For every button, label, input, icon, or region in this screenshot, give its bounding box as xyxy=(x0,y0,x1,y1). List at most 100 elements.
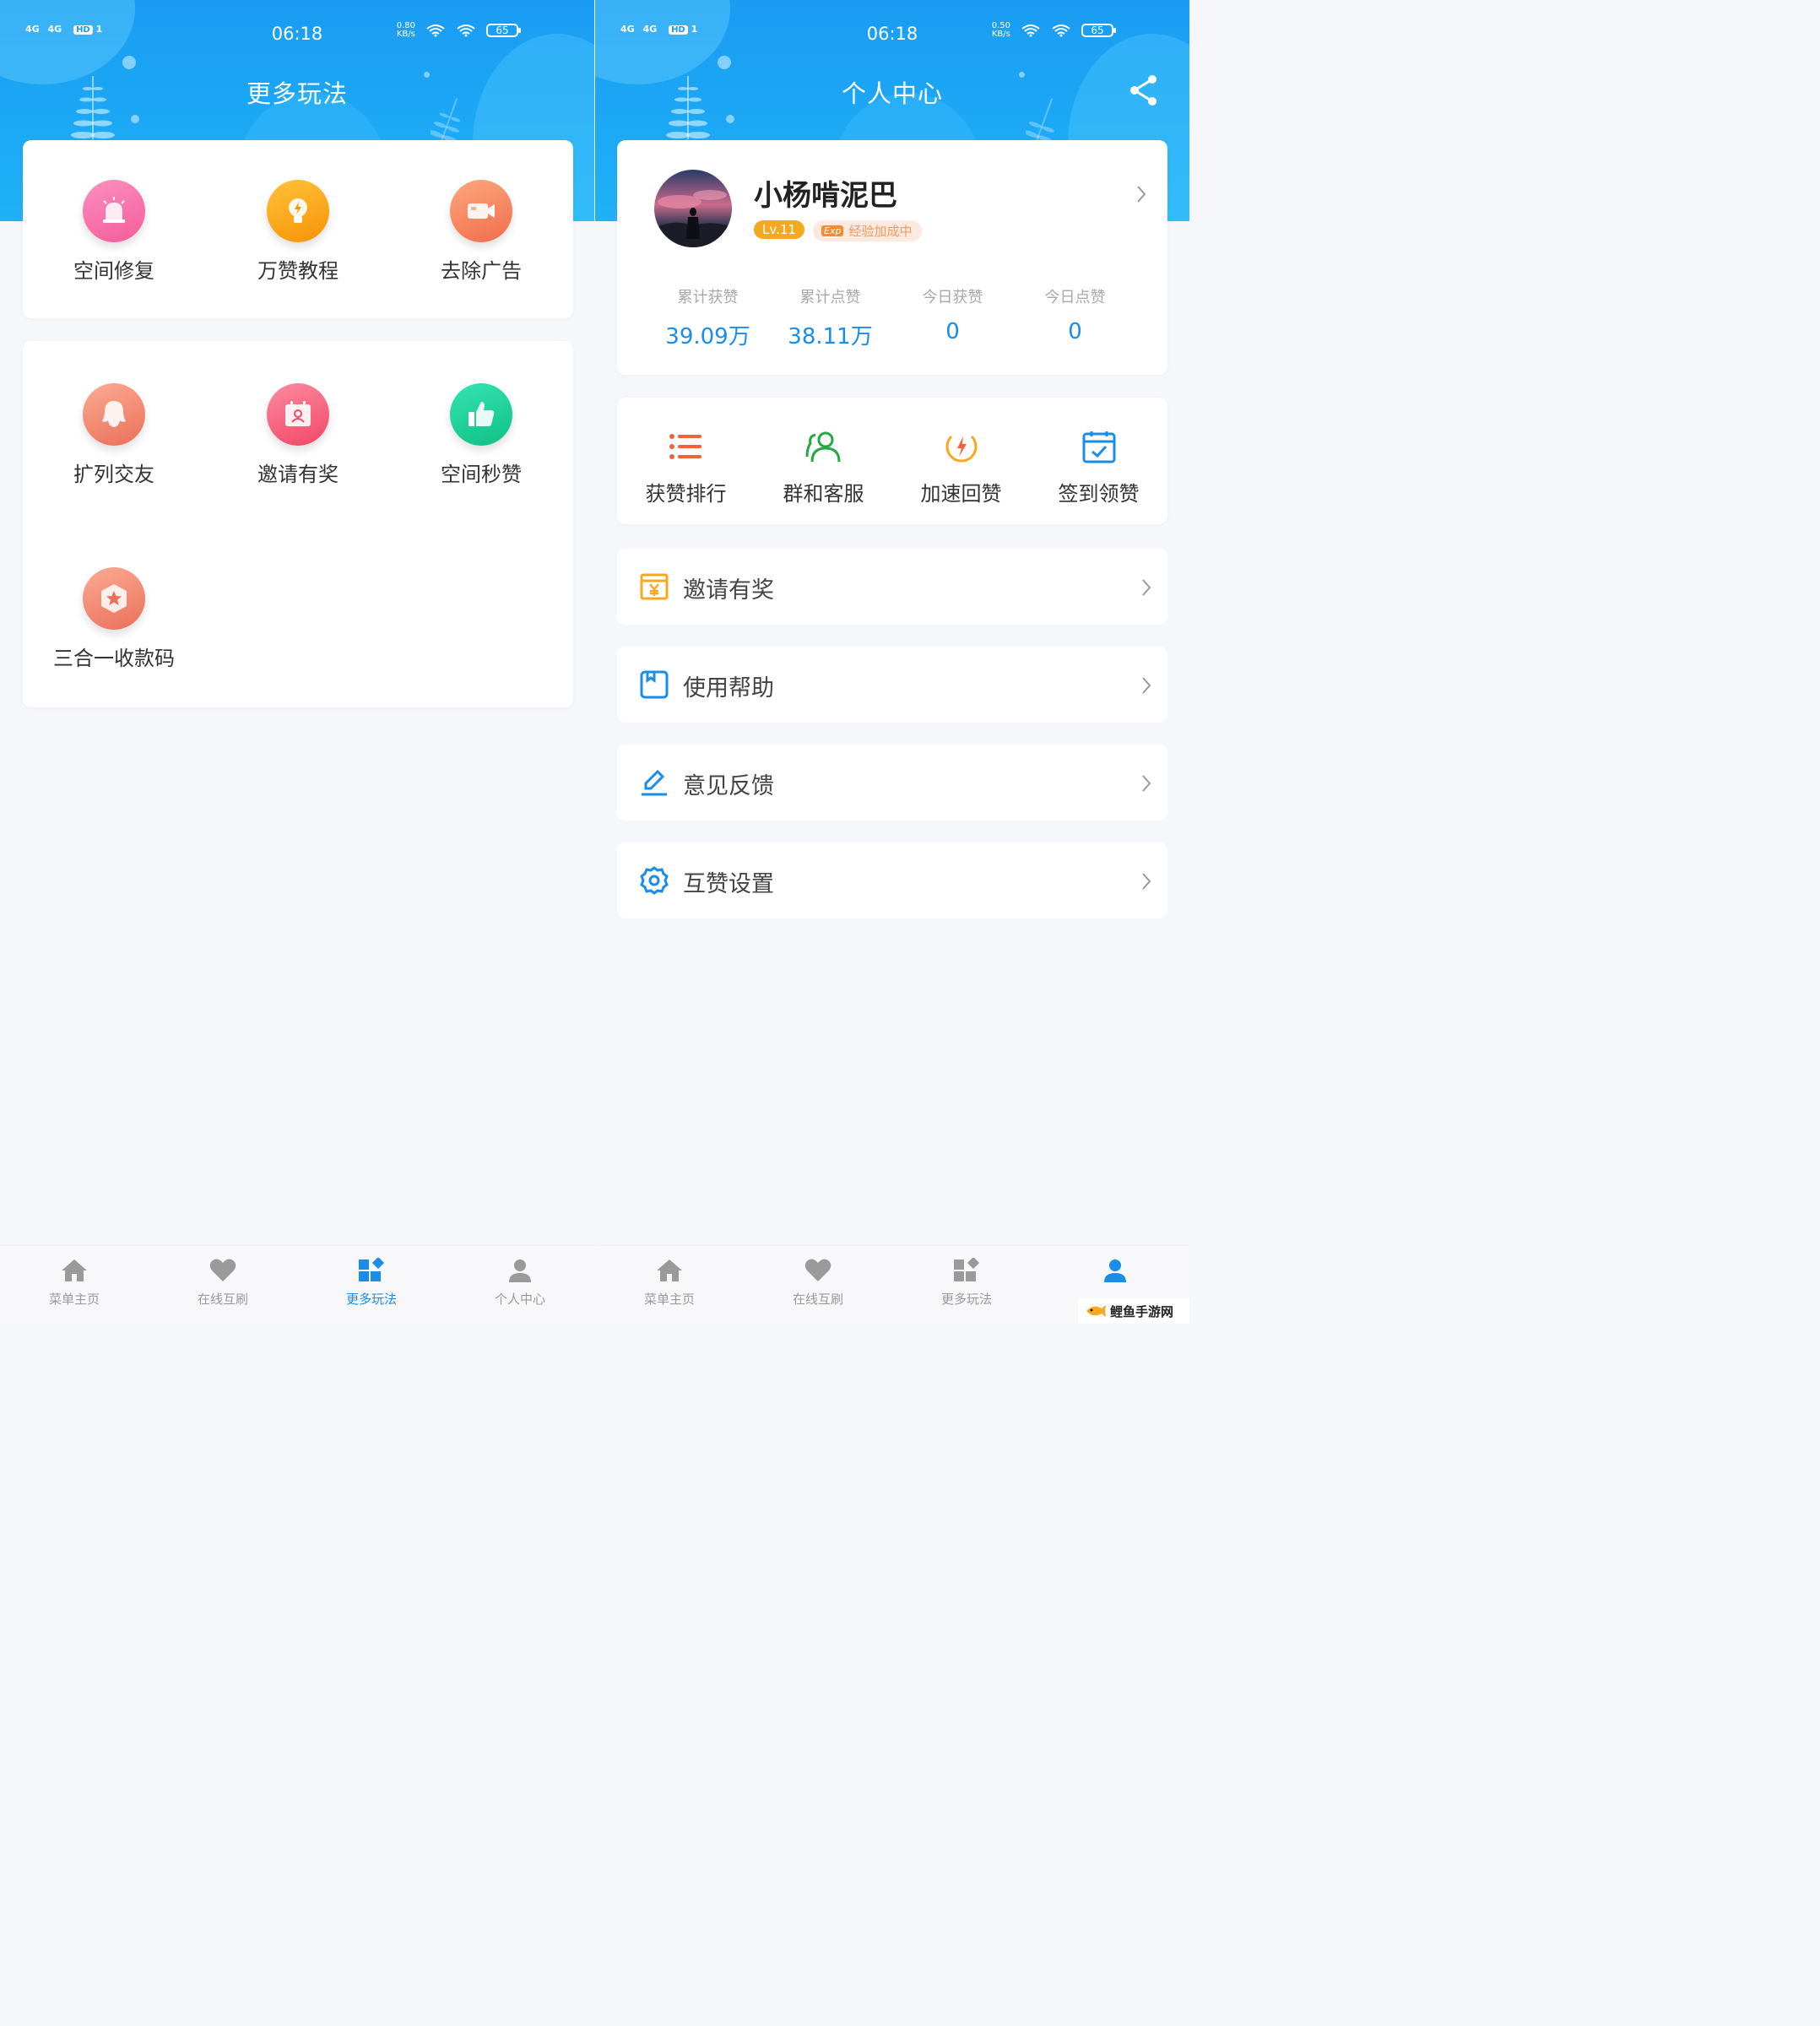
bulb-icon xyxy=(267,180,329,242)
feature-label: 三合一收款码 xyxy=(53,647,175,670)
thumbs-up-icon xyxy=(450,383,512,446)
feature-label: 扩列交友 xyxy=(73,463,154,486)
video-icon xyxy=(450,180,512,242)
quick-label: 获赞排行 xyxy=(645,482,727,506)
tab-online-boost[interactable]: 在线互刷 xyxy=(744,1258,892,1308)
network-speed: 0.50 KB/s xyxy=(992,22,1010,39)
heart-icon xyxy=(209,1259,236,1281)
feature-payment-code[interactable]: 三合一收款码 xyxy=(46,567,181,671)
apps-icon xyxy=(954,1256,980,1281)
row-invite-reward[interactable]: 邀请有奖 xyxy=(617,549,1167,625)
page-title: 更多玩法 xyxy=(246,79,348,108)
row-usage-help[interactable]: 使用帮助 xyxy=(617,647,1167,723)
invite-yuan-icon xyxy=(640,573,669,600)
apps-icon xyxy=(359,1256,385,1281)
quick-group-support[interactable]: 群和客服 xyxy=(755,430,892,506)
tab-menu-home[interactable]: 菜单主页 xyxy=(595,1258,744,1308)
tab-menu-home[interactable]: 菜单主页 xyxy=(0,1258,149,1308)
feature-label: 去除广告 xyxy=(441,259,522,283)
clock-text: 06:18 xyxy=(866,24,918,44)
tab-personal-center[interactable] xyxy=(1041,1258,1189,1287)
page-title: 个人中心 xyxy=(841,79,943,108)
chevron-right-icon xyxy=(1142,677,1151,694)
speed-unit: KB/s xyxy=(991,30,1010,39)
exp-text: 经验加成中 xyxy=(848,224,913,239)
wifi-icon xyxy=(426,24,445,37)
quick-speed-return[interactable]: 加速回赞 xyxy=(892,430,1030,506)
heart-icon xyxy=(804,1259,831,1281)
tab-label: 更多玩法 xyxy=(345,1292,397,1307)
status-bar: 4G 4G HD 1 06:18 0.80 KB/s 65 xyxy=(0,20,594,51)
alarm-icon xyxy=(83,180,145,242)
row-feedback[interactable]: 意见反馈 xyxy=(617,745,1167,821)
group-icon xyxy=(805,431,840,463)
exp-boost-badge: Exp 经验加成中 xyxy=(813,220,923,241)
quick-label: 加速回赞 xyxy=(920,482,1002,506)
feature-invite-reward[interactable]: 邀请有奖 xyxy=(230,383,366,487)
screen-more-features: 4G 4G HD 1 06:18 0.80 KB/s 65 更多玩法 空间修复 xyxy=(0,0,594,1324)
quick-likes-ranking[interactable]: 获赞排行 xyxy=(617,430,755,506)
tab-personal-center[interactable]: 个人中心 xyxy=(446,1258,594,1308)
star-badge-icon xyxy=(83,567,145,630)
quick-checkin-likes[interactable]: 签到领赞 xyxy=(1030,430,1167,506)
network-speed: 0.80 KB/s xyxy=(397,22,415,39)
qq-penguin-icon xyxy=(83,383,145,446)
feature-make-friends[interactable]: 扩列交友 xyxy=(46,383,181,487)
stat-value: 0 xyxy=(945,319,960,344)
tab-label: 个人中心 xyxy=(494,1292,545,1307)
chevron-right-icon xyxy=(1142,775,1151,792)
chevron-right-icon xyxy=(1142,579,1151,596)
feature-space-repair[interactable]: 空间修复 xyxy=(46,180,181,284)
feature-remove-ads[interactable]: 去除广告 xyxy=(414,180,549,284)
stat-today-received: 今日获赞 0 xyxy=(891,285,1014,344)
feature-label: 空间修复 xyxy=(73,259,154,283)
watermark-text: 鲤鱼手游网 xyxy=(1110,1303,1174,1319)
status-right: 0.80 KB/s 65 xyxy=(397,22,521,39)
tab-label: 在线互刷 xyxy=(792,1292,843,1307)
chevron-right-icon xyxy=(1137,186,1146,203)
row-label: 意见反馈 xyxy=(683,773,774,799)
row-like-settings[interactable]: 互赞设置 xyxy=(617,842,1167,918)
share-icon[interactable] xyxy=(1129,74,1159,106)
exp-tag: Exp xyxy=(821,225,844,236)
clock-text: 06:18 xyxy=(271,24,323,44)
status-bar: 4G 4G HD 1 06:18 0.50 KB/s 65 xyxy=(595,20,1189,51)
tab-online-boost[interactable]: 在线互刷 xyxy=(149,1258,297,1308)
tab-label: 更多玩法 xyxy=(940,1292,992,1307)
tab-more-features[interactable]: 更多玩法 xyxy=(892,1256,1041,1308)
screen-personal-center: 4G 4G HD 1 06:18 0.50 KB/s 65 个人中心 小杨啃泥巴… xyxy=(595,0,1189,1324)
tab-label: 菜单主页 xyxy=(48,1292,100,1307)
stat-today-given: 今日点赞 0 xyxy=(1014,285,1136,344)
tab-label: 菜单主页 xyxy=(643,1292,695,1307)
feature-card-2: 扩列交友 邀请有奖 空间秒赞 三合一收款码 xyxy=(23,341,573,707)
row-label: 互赞设置 xyxy=(683,871,774,897)
stat-label: 今日获赞 xyxy=(922,289,983,306)
feature-label: 万赞教程 xyxy=(257,259,339,283)
user-icon xyxy=(1104,1259,1126,1282)
tab-label: 在线互刷 xyxy=(197,1292,248,1307)
stat-value: 39.09万 xyxy=(665,324,750,349)
feature-instant-likes[interactable]: 空间秒赞 xyxy=(414,383,549,487)
status-right: 0.50 KB/s 65 xyxy=(992,22,1116,39)
stat-value: 38.11万 xyxy=(788,324,873,349)
fish-logo-icon xyxy=(1086,1305,1106,1317)
feature-likes-tutorial[interactable]: 万赞教程 xyxy=(230,180,366,284)
stat-label: 累计点赞 xyxy=(799,289,861,306)
stat-total-given: 累计点赞 38.11万 xyxy=(769,285,891,350)
speed-unit: KB/s xyxy=(396,30,415,39)
battery-indicator: 65 xyxy=(1081,24,1116,37)
avatar xyxy=(654,170,732,247)
list-icon xyxy=(669,434,701,459)
tab-more-features[interactable]: 更多玩法 xyxy=(297,1256,446,1308)
profile-card[interactable]: 小杨啃泥巴 Lv.11 Exp 经验加成中 累计获赞 39.09万 累计点赞 3… xyxy=(617,140,1167,375)
wifi-icon xyxy=(457,24,475,37)
user-icon xyxy=(509,1259,531,1282)
watermark: 鲤鱼手游网 xyxy=(1078,1298,1189,1324)
feature-label: 空间秒赞 xyxy=(441,463,522,486)
chevron-right-icon xyxy=(1142,873,1151,890)
home-icon xyxy=(62,1259,87,1281)
bottom-tab-bar: 菜单主页 在线互刷 更多玩法 个人中心 xyxy=(0,1245,594,1324)
feature-card-1: 空间修复 万赞教程 去除广告 xyxy=(23,140,573,318)
user-name: 小杨啃泥巴 xyxy=(754,179,897,213)
help-book-icon xyxy=(640,670,669,699)
